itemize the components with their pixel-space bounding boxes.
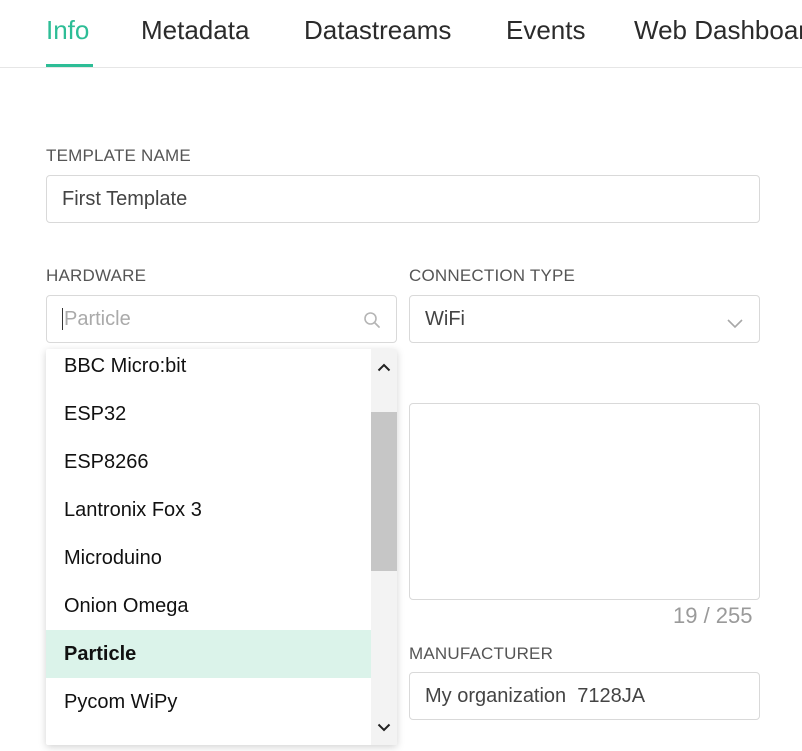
dropdown-option[interactable]: Pycom WiPy xyxy=(46,678,371,726)
manufacturer-input[interactable]: My organization 7128JA xyxy=(409,672,760,720)
search-icon xyxy=(363,311,381,335)
dropdown-option[interactable]: ESP32 xyxy=(46,390,371,438)
dropdown-option[interactable]: Microduino xyxy=(46,534,371,582)
tab-datastreams[interactable]: Datastreams xyxy=(304,15,451,46)
dropdown-option-selected[interactable]: Particle xyxy=(46,630,371,678)
connection-type-label: CONNECTION TYPE xyxy=(409,266,576,285)
text-cursor xyxy=(62,308,63,330)
template-name-value: First Template xyxy=(62,187,188,210)
dropdown-option[interactable]: Onion Omega xyxy=(46,582,371,630)
dropdown-option[interactable]: BBC Micro:bit xyxy=(46,349,371,390)
hardware-search-input[interactable]: Particle xyxy=(46,295,397,343)
scrollbar-thumb[interactable] xyxy=(371,412,397,571)
dropdown-option[interactable]: ESP8266 xyxy=(46,438,371,486)
dropdown-option[interactable]: Lantronix Fox 3 xyxy=(46,486,371,534)
template-name-input[interactable]: First Template xyxy=(46,175,760,223)
tab-metadata[interactable]: Metadata xyxy=(141,15,249,46)
character-counter: 19 / 255 xyxy=(673,603,753,628)
hardware-placeholder: Particle xyxy=(64,307,131,330)
description-textarea[interactable] xyxy=(409,403,760,600)
manufacturer-label: MANUFACTURER xyxy=(409,644,554,663)
dropdown-scrollbar[interactable] xyxy=(371,349,397,745)
connection-type-value: WiFi xyxy=(425,307,465,330)
hardware-label: HARDWARE xyxy=(46,266,147,285)
chevron-down-icon[interactable] xyxy=(371,716,397,738)
tab-info[interactable]: Info xyxy=(46,15,89,46)
chevron-down-icon xyxy=(726,313,744,336)
hardware-dropdown: BBC Micro:bit ESP32 ESP8266 Lantronix Fo… xyxy=(46,349,397,745)
template-name-label: TEMPLATE NAME xyxy=(46,146,191,165)
connection-type-select[interactable]: WiFi xyxy=(409,295,760,343)
tab-bar: Info Metadata Datastreams Events Web Das… xyxy=(0,0,802,68)
chevron-up-icon[interactable] xyxy=(371,356,397,378)
tab-web-dashboard[interactable]: Web Dashboard xyxy=(634,15,802,46)
tab-events[interactable]: Events xyxy=(506,15,586,46)
active-tab-indicator xyxy=(46,64,93,67)
manufacturer-value: My organization 7128JA xyxy=(425,684,646,707)
